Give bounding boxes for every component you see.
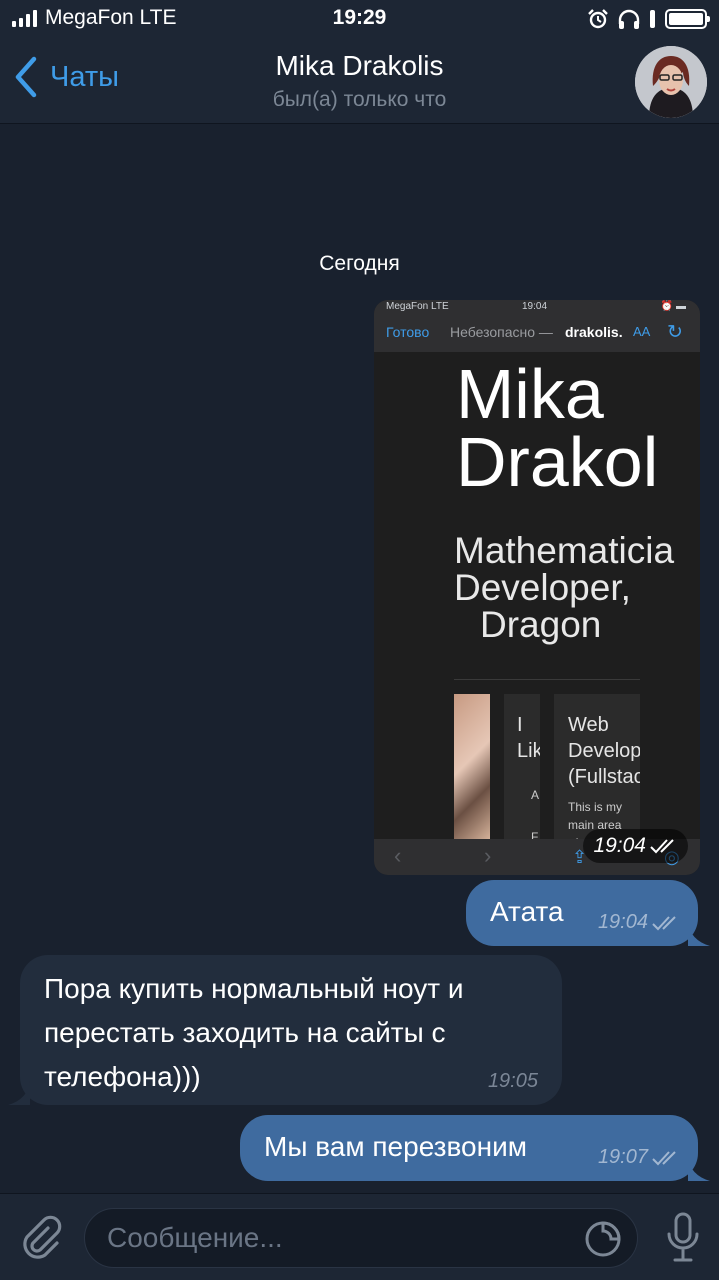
message-time: 19:07 [597, 1146, 648, 1168]
screenshot-page: Mika Drakol Mathematicia Developer, Drag… [374, 352, 700, 840]
screenshot-card-title-line: Develop [568, 740, 640, 762]
double-check-icon [650, 839, 674, 854]
message-meta: 19:04 [598, 911, 680, 934]
message-time: 19:05 [487, 1070, 538, 1092]
message-text: Пора купить нормальный ноут и перестать … [44, 967, 464, 1099]
screenshot-role-line: Dragon [480, 604, 602, 645]
message-bubble-outgoing[interactable]: Атата 19:04 [466, 880, 710, 946]
message-text: Атата [490, 896, 564, 927]
alarm-icon [588, 9, 608, 29]
message-input-wrapper [84, 1208, 638, 1268]
double-check-icon [652, 915, 676, 930]
screenshot-card-letter: A [531, 788, 540, 802]
screenshot-status-bar: MegaFon LTE 19:04 ⏰ ▬ [374, 300, 700, 314]
browser-forward-icon: › [484, 843, 492, 868]
screenshot-role: Mathematicia Developer, Dragon [454, 532, 674, 643]
sticker-icon[interactable] [583, 1219, 623, 1259]
message-meta: 19:04 [583, 829, 688, 863]
message-time: 19:04 [597, 911, 648, 933]
screenshot-card-title-line: I [517, 714, 523, 736]
screenshot-divider [454, 679, 640, 680]
battery-level [669, 13, 703, 25]
last-seen-status: был(а) только что [272, 88, 447, 111]
double-check-icon [652, 1150, 676, 1165]
screenshot-url-bar: Готово Небезопасно — drakolis. AA ↻ [374, 314, 700, 352]
chat-title[interactable]: Mika Drakolis [0, 50, 719, 82]
screenshot-time: 19:04 [522, 301, 548, 312]
message-meta: 19:07 [598, 1146, 680, 1169]
screenshot-done-label: Готово [386, 324, 430, 340]
message-input[interactable] [107, 1209, 577, 1267]
screenshot-url-domain: drakolis. [565, 324, 623, 340]
browser-back-icon: ‹ [394, 843, 402, 868]
bubble-tail [688, 922, 710, 946]
bubble-tail [8, 1081, 30, 1105]
message-bubble-outgoing[interactable]: Мы вам перезвоним 19:07 [240, 1115, 710, 1181]
screenshot-name-line: Drakol [456, 423, 659, 501]
screenshot-name-line: Mika [456, 355, 604, 433]
screenshot-name: Mika Drakol [456, 355, 659, 501]
screenshot-card-title-line: Lik [517, 740, 540, 762]
headphones-icon [618, 9, 640, 29]
avatar-photo [635, 46, 707, 118]
message-text-line: телефона))) [44, 1061, 201, 1092]
screenshot-role-line: Developer, [454, 567, 631, 608]
message-composer [0, 1193, 719, 1280]
chat-header: Чаты Mika Drakolis был(а) только что [0, 40, 719, 124]
message-meta: 19:05 [488, 1070, 538, 1093]
microphone-icon[interactable] [665, 1212, 701, 1264]
message-time: 19:04 [593, 834, 646, 857]
message-text: Мы вам перезвоним [264, 1131, 527, 1162]
screenshot-role-line: Mathematicia [454, 530, 675, 571]
message-bubble-incoming[interactable]: Пора купить нормальный ноут и перестать … [8, 955, 562, 1105]
screenshot-card: I Lik A F [504, 694, 540, 840]
reload-icon: ↻ [667, 322, 683, 343]
screenshot-carrier: MegaFon LTE [386, 301, 449, 312]
message-text-line: перестать заходить на сайты с [44, 1017, 446, 1048]
orientation-lock-icon [650, 10, 655, 28]
status-bar: MegaFon LTE 19:29 [0, 0, 719, 40]
image-message[interactable]: MegaFon LTE 19:04 ⏰ ▬ Готово Небезопасно… [374, 300, 700, 875]
screenshot-status-icons: ⏰ ▬ [660, 301, 686, 312]
screenshot-card-title-line: (Fullstac [568, 766, 640, 788]
chat-screen: MegaFon LTE 19:29 Чаты Mika Drakolis был… [0, 0, 719, 1280]
bubble-tail [688, 1157, 710, 1181]
screenshot-url-prefix: Небезопасно — [450, 324, 553, 340]
screenshot-card: Web Develop (Fullstac This is my main ar… [554, 694, 640, 840]
screenshot-photo-card [454, 694, 490, 840]
screenshot-card-body-line: This is my [568, 800, 622, 814]
date-separator: Сегодня [319, 252, 400, 275]
paperclip-icon[interactable] [18, 1214, 64, 1260]
message-text-line: Пора купить нормальный ноут и [44, 973, 464, 1004]
screenshot-text-size-label: AA [633, 324, 651, 339]
screenshot-card-title-line: Web [568, 714, 609, 736]
battery-icon [665, 9, 710, 29]
status-right [587, 8, 710, 30]
avatar[interactable] [635, 46, 707, 118]
